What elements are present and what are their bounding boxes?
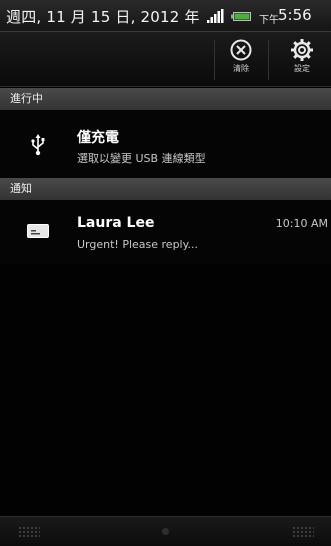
notification-title: Laura Lee — [77, 215, 155, 231]
notification-time: 10:10 AM — [275, 217, 328, 230]
settings-label: 設定 — [294, 64, 310, 73]
grip-dots-left — [18, 526, 40, 538]
section-header-notifications: 通知 — [0, 178, 331, 200]
section-header-ongoing: 進行中 — [0, 88, 331, 110]
ongoing-usb-item[interactable]: 僅充電 選取以變更 USB 連線類型 — [0, 110, 331, 178]
usb-icon — [31, 134, 45, 156]
notification-message-item[interactable]: Laura Lee Urgent! Please reply... 10:10 … — [0, 200, 331, 264]
notification-toolbar: 清除 設定 — [0, 32, 331, 87]
handle-dot — [162, 528, 169, 535]
toolbar-divider — [214, 40, 215, 80]
notification-preview: Urgent! Please reply... — [77, 238, 199, 251]
status-clock: 5:56 — [278, 6, 312, 24]
toolbar-divider — [268, 40, 269, 80]
settings-button[interactable]: 設定 — [281, 36, 323, 82]
clear-button[interactable]: 清除 — [220, 36, 262, 82]
status-date: 週四, 11 月 15 日, 2012 年 — [6, 8, 200, 26]
clear-icon — [230, 39, 252, 61]
battery-icon — [231, 12, 251, 21]
ongoing-title: 僅充電 — [77, 130, 119, 146]
clear-label: 清除 — [233, 64, 249, 73]
empty-notification-area — [0, 264, 331, 516]
status-bar: 週四, 11 月 15 日, 2012 年 下午 5:56 — [0, 0, 331, 32]
drag-handle-bar[interactable] — [0, 516, 331, 546]
ongoing-subtitle: 選取以變更 USB 連線類型 — [77, 152, 206, 165]
signal-icon — [207, 9, 224, 23]
settings-gear-icon — [291, 39, 313, 61]
status-ampm: 下午 — [259, 15, 279, 26]
message-icon — [27, 224, 49, 238]
grip-dots-right — [292, 526, 314, 538]
